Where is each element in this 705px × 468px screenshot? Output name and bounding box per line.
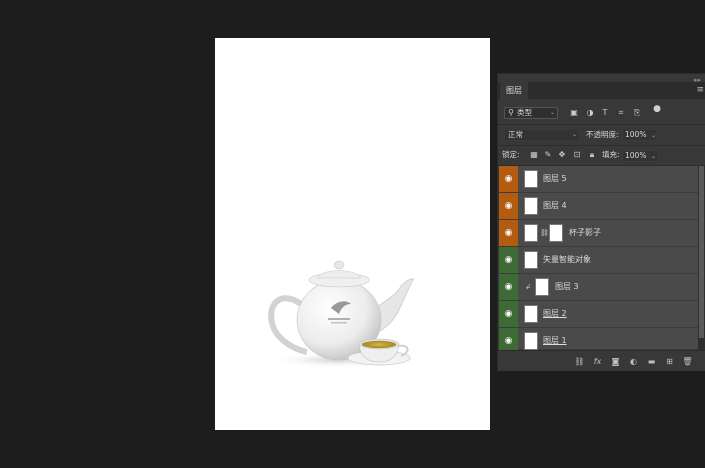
visibility-toggle[interactable]: ◉ xyxy=(499,328,518,350)
eye-icon: ◉ xyxy=(504,255,513,265)
layers-panel-footer: ⛓ fx ◙ ◐ ▬ ⊞ 🗑︎ xyxy=(498,350,705,371)
layer-name: 图层 3 xyxy=(555,282,579,291)
layer-name: 图层 2 xyxy=(543,309,567,318)
filter-shape-icon[interactable]: ⌗ xyxy=(616,108,626,118)
new-layer-icon[interactable]: ⊞ xyxy=(664,356,675,367)
chevron-down-icon[interactable]: ⌄ xyxy=(651,151,656,163)
layer-thumbnail xyxy=(524,224,538,242)
lock-transparent-pixels-icon[interactable]: ▦ xyxy=(529,150,539,160)
visibility-toggle[interactable]: ◉ xyxy=(499,274,518,300)
eye-icon: ◉ xyxy=(504,174,513,184)
blend-mode-dropdown[interactable]: 正常 ⌄ xyxy=(504,129,580,141)
layer-thumbnail xyxy=(524,170,538,188)
visibility-toggle[interactable]: ◉ xyxy=(499,301,518,327)
filter-pixel-icon[interactable]: ▣ xyxy=(569,108,579,118)
visibility-toggle[interactable]: ◉ xyxy=(499,220,518,246)
layer-thumbnail xyxy=(524,251,538,269)
layer-list-scrollbar[interactable] xyxy=(698,166,705,350)
chevron-down-icon[interactable]: ⌄ xyxy=(651,130,656,142)
search-icon: ⚲ xyxy=(508,108,514,117)
panel-tab-bar: 图层 ≡ xyxy=(498,82,705,99)
panel-menu-icon[interactable]: ≡ xyxy=(696,84,704,96)
clipping-mask-icon: ↲ xyxy=(525,283,531,291)
add-layer-mask-icon[interactable]: ◙ xyxy=(610,356,621,367)
layer-row[interactable]: ◉ 矢量智能对象 xyxy=(499,247,698,274)
fill-label: 填充: xyxy=(602,150,620,159)
eye-icon: ◉ xyxy=(504,228,513,238)
layer-row[interactable]: ◉ 图层 5 xyxy=(499,166,698,193)
lock-image-pixels-icon[interactable]: ✎ xyxy=(543,150,553,160)
layer-thumbnail xyxy=(535,278,549,296)
blend-mode-value: 正常 xyxy=(508,130,523,139)
layer-style-fx-icon[interactable]: fx xyxy=(592,356,603,367)
filter-smart-object-icon[interactable]: ⎘ xyxy=(632,108,642,118)
tab-layers[interactable]: 图层 xyxy=(500,82,528,99)
layer-row[interactable]: ◉ ↲ 图层 3 xyxy=(499,274,698,301)
visibility-toggle[interactable]: ◉ xyxy=(499,193,518,219)
eye-icon: ◉ xyxy=(504,309,513,319)
layer-name: 矢量智能对象 xyxy=(543,255,591,264)
lock-all-icon[interactable]: 🔒︎ xyxy=(587,150,597,160)
layer-name: 图层 4 xyxy=(543,201,567,210)
layer-name: 图层 1 xyxy=(543,336,567,345)
layer-thumbnail xyxy=(524,197,538,215)
layer-row[interactable]: ◉ ⛓ 杯子影子 xyxy=(499,220,698,247)
opacity-label: 不透明度: xyxy=(586,130,619,139)
visibility-toggle[interactable]: ◉ xyxy=(499,247,518,273)
lock-position-icon[interactable]: ✥ xyxy=(557,150,567,160)
layers-panel: ▸▸ 图层 ≡ ⚲ 类型 ⌄ ▣ ◑ T ⌗ ⎘ ● 正常 ⌄ 不透明度: 10… xyxy=(497,73,705,371)
teapot-image xyxy=(268,260,415,368)
layer-row[interactable]: ◉ 图层 1 xyxy=(499,328,698,350)
link-layers-icon[interactable]: ⛓ xyxy=(574,356,585,367)
filter-adjustment-icon[interactable]: ◑ xyxy=(585,108,595,118)
layer-mask-thumbnail[interactable] xyxy=(549,224,563,242)
eye-icon: ◉ xyxy=(504,336,513,346)
eye-icon: ◉ xyxy=(504,282,513,292)
new-adjustment-layer-icon[interactable]: ◐ xyxy=(628,356,639,367)
opacity-value: 100% xyxy=(625,130,647,139)
lock-row: 锁定: ▦ ✎ ✥ ⊡ 🔒︎ 填充: 100% ⌄ xyxy=(498,146,705,166)
photoshop-workspace: ▸▸ 图层 ≡ ⚲ 类型 ⌄ ▣ ◑ T ⌗ ⎘ ● 正常 ⌄ 不透明度: 10… xyxy=(0,0,705,468)
scrollbar-thumb[interactable] xyxy=(699,166,704,338)
blend-row: 正常 ⌄ 不透明度: 100% ⌄ xyxy=(498,125,705,145)
filter-type-icon[interactable]: T xyxy=(600,108,610,118)
layer-row[interactable]: ◉ 图层 2 xyxy=(499,301,698,328)
mask-link-icon[interactable]: ⛓ xyxy=(540,227,549,239)
lock-label: 锁定: xyxy=(502,150,520,159)
lock-artboard-icon[interactable]: ⊡ xyxy=(572,150,582,160)
layer-row[interactable]: ◉ 图层 4 xyxy=(499,193,698,220)
visibility-toggle[interactable]: ◉ xyxy=(499,166,518,192)
filter-toggle-icon[interactable]: ● xyxy=(652,104,662,114)
layer-filter-row: ⚲ 类型 ⌄ ▣ ◑ T ⌗ ⎘ ● xyxy=(498,104,705,124)
layer-thumbnail xyxy=(524,332,538,350)
fill-value: 100% xyxy=(625,151,647,160)
layer-thumbnail xyxy=(524,305,538,323)
filter-kind-label: 类型 xyxy=(517,108,532,117)
filter-kind-dropdown[interactable]: ⚲ 类型 ⌄ xyxy=(504,107,558,119)
eye-icon: ◉ xyxy=(504,201,513,211)
layer-name: 图层 5 xyxy=(543,174,567,183)
chevron-down-icon: ⌄ xyxy=(572,131,578,138)
layer-name: 杯子影子 xyxy=(569,228,601,237)
new-group-folder-icon[interactable]: ▬ xyxy=(646,356,657,367)
document-canvas[interactable] xyxy=(215,38,490,430)
chevron-down-icon: ⌄ xyxy=(550,109,556,116)
delete-layer-trash-icon[interactable]: 🗑︎ xyxy=(682,356,693,367)
